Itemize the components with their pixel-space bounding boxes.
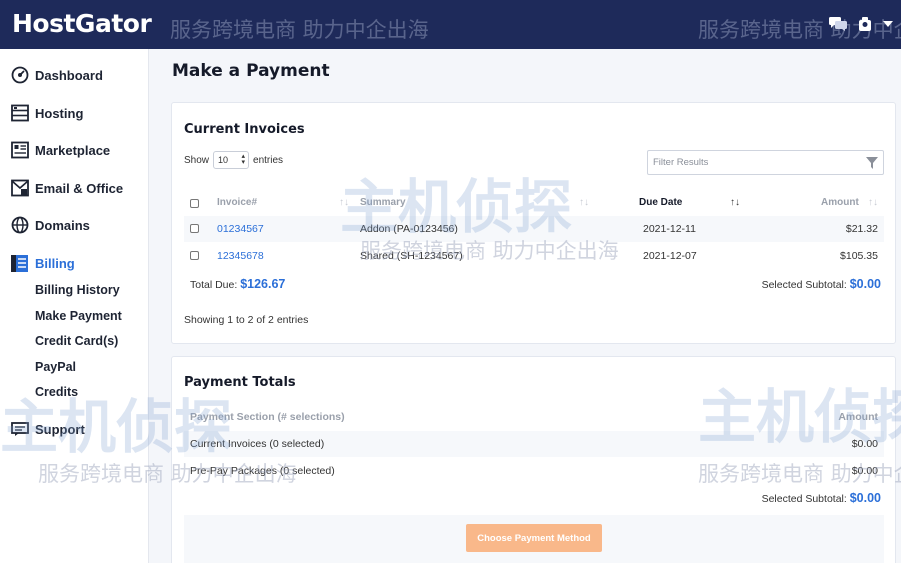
updown-icon: ▴ ▾	[241, 153, 246, 166]
section-amount: $0.00	[851, 465, 878, 477]
page-size-value: 10	[218, 155, 229, 165]
chevron-down-icon[interactable]	[883, 21, 893, 27]
top-bar: HostGator 服务跨境电商 助力中企出海 服务跨境电商 助力中企出海	[0, 0, 901, 49]
column-header-due-date[interactable]: Due Date	[639, 197, 682, 208]
choose-payment-method-button[interactable]: Choose Payment Method	[466, 524, 602, 552]
total-due-label: Total Due:	[190, 279, 238, 291]
invoice-summary: Shared (SH-1234567)	[360, 250, 463, 262]
payment-totals-title: Payment Totals	[184, 375, 296, 390]
chat-icon[interactable]	[829, 17, 847, 31]
sidebar-item-marketplace[interactable]: Marketplace	[10, 140, 110, 160]
sidebar-item-label: Dashboard	[35, 67, 103, 83]
sidebar-item-label: Email & Office	[35, 180, 124, 196]
payment-action-area: Choose Payment Method	[184, 515, 884, 563]
page-title: Make a Payment	[172, 61, 330, 81]
billing-icon	[10, 254, 29, 273]
column-header-section: Payment Section (# selections)	[190, 411, 345, 423]
invoice-due-date: 2021-12-07	[643, 250, 697, 262]
page-size-control: Show 10 ▴ ▾ entries	[184, 151, 283, 169]
column-header-amount[interactable]: Amount	[821, 197, 859, 208]
filter-input[interactable]: Filter Results	[647, 150, 884, 175]
select-all-checkbox[interactable]	[190, 199, 199, 208]
account-icon[interactable]	[857, 16, 873, 32]
column-header-invoice[interactable]: Invoice#	[217, 197, 257, 208]
table-row: Current Invoices (0 selected) $0.00	[184, 431, 884, 457]
show-label: Show	[184, 154, 210, 166]
total-due-value: $126.67	[240, 277, 286, 291]
sidebar-item-hosting[interactable]: Hosting	[10, 103, 83, 123]
sidebar-item-support[interactable]: Support	[10, 419, 85, 439]
sort-icon[interactable]: ↑↓	[730, 197, 740, 208]
invoice-amount: $21.32	[845, 223, 878, 235]
invoices-table-header: Invoice# ↑↓ Summary ↑↓ Due Date ↑↓ Amoun…	[184, 195, 884, 215]
payment-totals-card: Payment Totals Payment Section (# select…	[171, 356, 896, 563]
table-row: 12345678 Shared (SH-1234567) 2021-12-07 …	[184, 243, 884, 269]
store-icon	[10, 141, 29, 160]
row-checkbox[interactable]	[190, 224, 199, 233]
dashboard-icon	[10, 66, 29, 85]
invoice-link[interactable]: 12345678	[217, 250, 264, 262]
sidebar-subitem-paypal[interactable]: PayPal	[35, 360, 76, 374]
section-name: Current Invoices (0 selected)	[190, 438, 325, 450]
selected-subtotal: Selected Subtotal: $0.00	[762, 277, 881, 291]
support-icon	[10, 420, 29, 439]
section-amount: $0.00	[851, 438, 878, 450]
watermark-text: 服务跨境电商 助力中企出海	[170, 18, 429, 42]
server-icon	[10, 104, 29, 123]
row-checkbox[interactable]	[190, 251, 199, 260]
invoice-link[interactable]: 01234567	[217, 223, 264, 235]
subtotal-label: Selected Subtotal:	[761, 493, 847, 505]
showing-entries: Showing 1 to 2 of 2 entries	[184, 314, 309, 326]
sort-icon[interactable]: ↑↓	[868, 197, 878, 208]
totals-selected-subtotal: Selected Subtotal: $0.00	[762, 491, 881, 505]
invoice-due-date: 2021-12-11	[643, 223, 696, 235]
total-due: Total Due: $126.67	[190, 277, 285, 291]
sidebar-subitem-make-payment[interactable]: Make Payment	[35, 309, 122, 323]
hostgator-logo[interactable]: HostGator	[12, 9, 152, 38]
section-name: Pre-Pay Packages (0 selected)	[190, 465, 335, 477]
totals-table-header: Payment Section (# selections) Amount	[184, 403, 884, 425]
sidebar-item-dashboard[interactable]: Dashboard	[10, 65, 103, 85]
column-header-summary[interactable]: Summary	[360, 197, 406, 208]
subtotal-value: $0.00	[849, 491, 881, 505]
table-row: 01234567 Addon (PA-0123456) 2021-12-11 $…	[184, 216, 884, 242]
filter-icon[interactable]	[866, 157, 878, 169]
sidebar-item-label: Support	[35, 421, 85, 437]
column-header-amount: Amount	[838, 411, 878, 423]
invoice-amount: $105.35	[840, 250, 878, 262]
current-invoices-card: Current Invoices Show 10 ▴ ▾ entries Filt…	[171, 102, 896, 344]
sort-icon[interactable]: ↑↓	[339, 197, 349, 208]
sidebar-item-label: Marketplace	[35, 142, 111, 158]
page-size-select[interactable]: 10 ▴ ▾	[213, 151, 250, 169]
sidebar-item-email-office[interactable]: Email & Office	[10, 178, 123, 198]
mail-icon	[10, 179, 29, 198]
sidebar-item-domains[interactable]: Domains	[10, 215, 90, 235]
sidebar-subitem-credit-cards[interactable]: Credit Card(s)	[35, 334, 118, 348]
sidebar-subitem-billing-history[interactable]: Billing History	[35, 283, 120, 297]
sidebar-item-billing[interactable]: Billing	[10, 253, 75, 273]
sidebar-item-label: Hosting	[35, 105, 84, 121]
sort-icon[interactable]: ↑↓	[579, 197, 589, 208]
sidebar: Dashboard Hosting Marketplace Email & Of…	[0, 49, 149, 563]
subtotal-label: Selected Subtotal:	[761, 279, 847, 291]
sidebar-subitem-credits[interactable]: Credits	[35, 385, 78, 399]
current-invoices-title: Current Invoices	[184, 122, 305, 137]
subtotal-value: $0.00	[849, 277, 881, 291]
table-row: Pre-Pay Packages (0 selected) $0.00	[184, 458, 884, 484]
sidebar-item-label: Domains	[35, 217, 90, 233]
invoice-summary: Addon (PA-0123456)	[360, 223, 458, 235]
entries-label: entries	[253, 154, 284, 166]
sidebar-item-label: Billing	[35, 255, 75, 271]
filter-placeholder: Filter Results	[653, 157, 709, 168]
globe-icon	[10, 216, 29, 235]
